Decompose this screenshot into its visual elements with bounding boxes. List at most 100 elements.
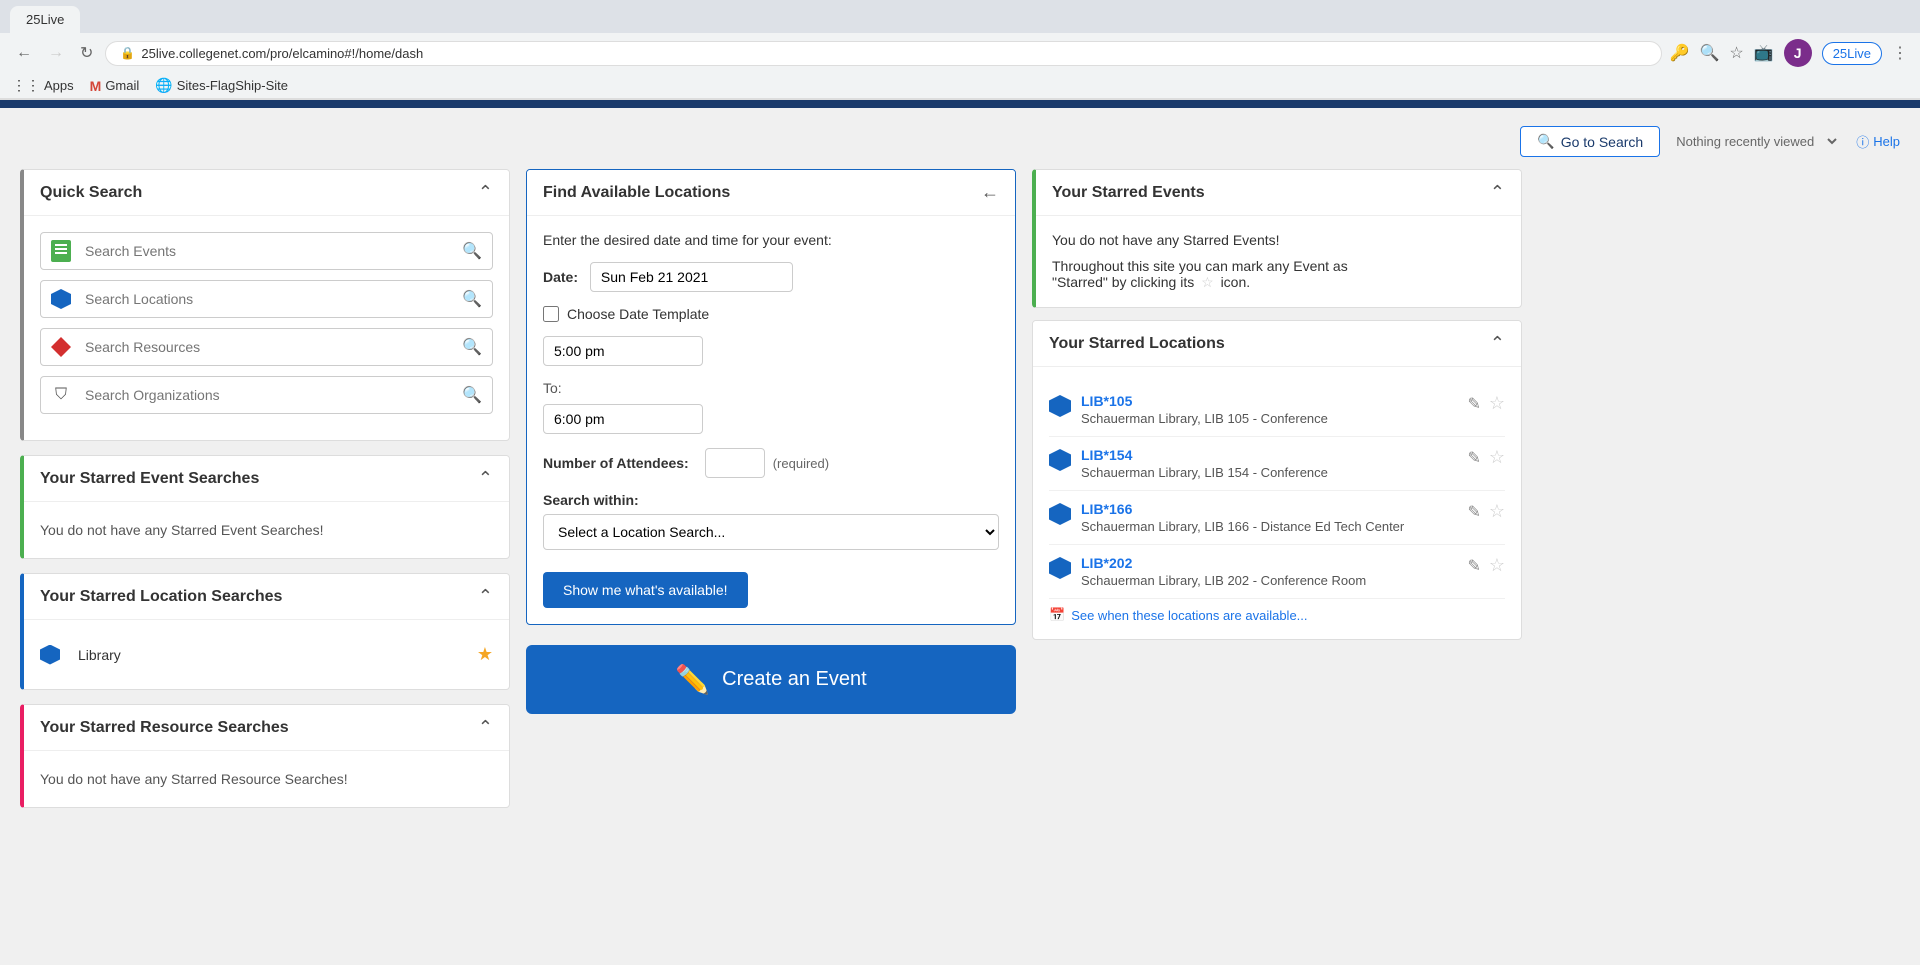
create-event-button[interactable]: ✏️ Create an Event <box>526 645 1016 714</box>
back-button[interactable]: ← <box>12 40 36 66</box>
loc-actions-202: ✎ ☆ <box>1467 555 1505 576</box>
quick-search-title: Quick Search <box>40 184 142 202</box>
star-icon-105[interactable]: ☆ <box>1489 393 1505 414</box>
starred-location-searches-card: Your Starred Location Searches ⌃ Library… <box>20 573 510 690</box>
starred-location-searches-title: Your Starred Location Searches <box>40 588 282 606</box>
choose-date-template-row: Choose Date Template <box>543 306 999 322</box>
starred-resource-searches-header: Your Starred Resource Searches ⌃ <box>24 705 509 751</box>
browser-nav: ← → ↻ 🔒 25live.collegenet.com/pro/elcami… <box>0 33 1920 73</box>
event-icon-container <box>41 240 81 262</box>
starred-location-item-label[interactable]: Library <box>78 647 121 663</box>
starred-resource-searches-empty: You do not have any Starred Resource Sea… <box>40 767 493 791</box>
star-icon-202[interactable]: ☆ <box>1489 555 1505 576</box>
starred-event-searches-title: Your Starred Event Searches <box>40 470 259 488</box>
loc-name-105[interactable]: LIB*105 <box>1081 393 1467 409</box>
update-button[interactable]: 25Live <box>1822 42 1882 65</box>
choose-date-template-checkbox[interactable] <box>543 306 559 322</box>
from-time-input[interactable] <box>543 336 703 366</box>
starred-location-searches-collapse[interactable]: ⌃ <box>478 586 493 607</box>
see-when-link[interactable]: 📅 See when these locations are available… <box>1049 607 1505 623</box>
loc-name-166[interactable]: LIB*166 <box>1081 501 1467 517</box>
main-container: 🔍 Go to Search Nothing recently viewed ⓘ… <box>0 108 1920 818</box>
bookmark-gmail[interactable]: M Gmail <box>90 78 140 94</box>
help-link[interactable]: ⓘ Help <box>1856 132 1900 151</box>
search-organizations-button[interactable]: 🔍 <box>452 377 492 413</box>
org-icon-container: ⛉ <box>41 385 81 405</box>
resource-icon <box>51 337 71 357</box>
starred-event-searches-collapse[interactable]: ⌃ <box>478 468 493 489</box>
quick-search-collapse[interactable]: ⌃ <box>478 182 493 203</box>
starred-events-desc2: "Starred" by clicking its <box>1052 274 1194 290</box>
starred-events-header: Your Starred Events ⌃ <box>1036 170 1521 216</box>
browser-tab[interactable]: 25Live <box>10 6 80 33</box>
search-locations-input[interactable] <box>81 283 452 315</box>
edit-icon-166[interactable]: ✎ <box>1467 502 1480 522</box>
location-search-select[interactable]: Select a Location Search... <box>543 514 999 550</box>
edit-icon-202[interactable]: ✎ <box>1467 556 1480 576</box>
search-icon: 🔍 <box>1537 133 1554 150</box>
address-bar[interactable]: 🔒 25live.collegenet.com/pro/elcamino#!/h… <box>105 41 1661 66</box>
bookmark-apps-label: Apps <box>44 78 74 93</box>
search-events-input[interactable] <box>81 235 452 267</box>
starred-locations-title: Your Starred Locations <box>1049 335 1225 353</box>
search-organizations-row: ⛉ 🔍 <box>40 376 493 414</box>
forward-button[interactable]: → <box>44 40 68 66</box>
loc-info-202: LIB*202 Schauerman Library, LIB 202 - Co… <box>1081 555 1467 588</box>
calendar-icon: 📅 <box>1049 607 1065 623</box>
attendees-row: Number of Attendees: (required) <box>543 448 999 478</box>
show-available-button[interactable]: Show me what's available! <box>543 572 748 608</box>
attendees-input[interactable] <box>705 448 765 478</box>
starred-events-collapse[interactable]: ⌃ <box>1490 182 1505 203</box>
starred-events-desc1: Throughout this site you can mark any Ev… <box>1052 258 1348 274</box>
search-resources-button[interactable]: 🔍 <box>452 329 492 365</box>
menu-icon[interactable]: ⋮ <box>1892 43 1908 63</box>
search-resources-input[interactable] <box>81 331 452 363</box>
edit-icon-105[interactable]: ✎ <box>1467 394 1480 414</box>
back-button[interactable]: ← <box>981 182 999 203</box>
starred-location-star[interactable]: ★ <box>477 644 493 665</box>
recently-viewed-select[interactable] <box>1820 133 1840 150</box>
columns-layout: Quick Search ⌃ 🔍 <box>20 169 1900 808</box>
refresh-button[interactable]: ↻ <box>76 39 97 67</box>
recently-viewed-text: Nothing recently viewed <box>1676 134 1814 149</box>
starred-resource-searches-collapse[interactable]: ⌃ <box>478 717 493 738</box>
location-icon <box>51 289 71 309</box>
starred-events-empty-desc: Throughout this site you can mark any Ev… <box>1052 258 1505 291</box>
bookmark-apps[interactable]: ⋮⋮ Apps <box>12 77 74 94</box>
loc-info-105: LIB*105 Schauerman Library, LIB 105 - Co… <box>1081 393 1467 426</box>
apps-icon: ⋮⋮ <box>12 77 40 94</box>
search-locations-row: 🔍 <box>40 280 493 318</box>
star-icon-166[interactable]: ☆ <box>1489 501 1505 522</box>
loc-actions-105: ✎ ☆ <box>1467 393 1505 414</box>
user-avatar[interactable]: J <box>1784 39 1812 67</box>
star-icon-154[interactable]: ☆ <box>1489 447 1505 468</box>
bookmark-icon[interactable]: ☆ <box>1729 43 1743 63</box>
starred-location-searches-header: Your Starred Location Searches ⌃ <box>24 574 509 620</box>
cast-icon[interactable]: 📺 <box>1754 43 1774 63</box>
search-locations-button[interactable]: 🔍 <box>452 281 492 317</box>
to-time-input[interactable] <box>543 404 703 434</box>
edit-icon-154[interactable]: ✎ <box>1467 448 1480 468</box>
to-time-row <box>543 404 999 434</box>
date-label: Date: <box>543 269 578 285</box>
go-to-search-button[interactable]: 🔍 Go to Search <box>1520 126 1660 157</box>
find-available-locations-title: Find Available Locations <box>543 184 730 202</box>
starred-locations-collapse[interactable]: ⌃ <box>1490 333 1505 354</box>
app-bar <box>0 100 1920 108</box>
search-resources-row: 🔍 <box>40 328 493 366</box>
loc-item-105: LIB*105 Schauerman Library, LIB 105 - Co… <box>1049 383 1505 437</box>
key-icon[interactable]: 🔑 <box>1670 43 1690 63</box>
right-column: Your Starred Events ⌃ You do not have an… <box>1032 169 1522 808</box>
loc-desc-154: Schauerman Library, LIB 154 - Conference <box>1081 465 1467 480</box>
search-icon[interactable]: 🔍 <box>1700 43 1720 63</box>
loc-name-202[interactable]: LIB*202 <box>1081 555 1467 571</box>
sites-icon: 🌐 <box>155 77 172 94</box>
loc-name-154[interactable]: LIB*154 <box>1081 447 1467 463</box>
bookmark-sites[interactable]: 🌐 Sites-FlagShip-Site <box>155 77 288 94</box>
bookmark-sites-label: Sites-FlagShip-Site <box>177 78 288 93</box>
create-event-label: Create an Event <box>722 668 867 691</box>
loc-cube-icon-202 <box>1049 557 1071 579</box>
search-events-button[interactable]: 🔍 <box>452 233 492 269</box>
date-input[interactable] <box>590 262 793 292</box>
search-organizations-input[interactable] <box>81 379 452 411</box>
